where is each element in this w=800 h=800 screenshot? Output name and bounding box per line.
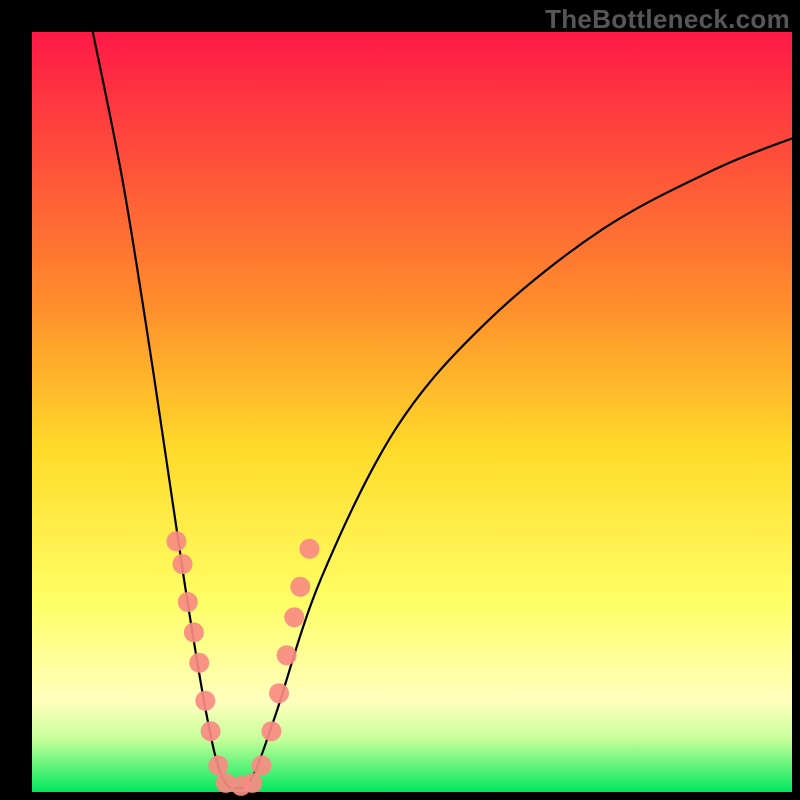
plot-background xyxy=(32,32,792,792)
data-marker xyxy=(290,577,310,597)
data-marker xyxy=(172,554,192,574)
data-marker xyxy=(201,721,221,741)
chart-svg xyxy=(0,0,800,800)
data-marker xyxy=(178,592,198,612)
data-marker xyxy=(189,653,209,673)
data-marker xyxy=(195,691,215,711)
watermark-text: TheBottleneck.com xyxy=(545,4,790,35)
data-marker xyxy=(166,531,186,551)
data-marker xyxy=(261,721,281,741)
data-marker xyxy=(277,645,297,665)
data-marker xyxy=(252,755,272,775)
data-marker xyxy=(269,683,289,703)
data-marker xyxy=(242,773,262,793)
bottleneck-chart: TheBottleneck.com xyxy=(0,0,800,800)
data-marker xyxy=(208,755,228,775)
data-marker xyxy=(299,539,319,559)
data-marker xyxy=(184,622,204,642)
data-marker xyxy=(284,607,304,627)
